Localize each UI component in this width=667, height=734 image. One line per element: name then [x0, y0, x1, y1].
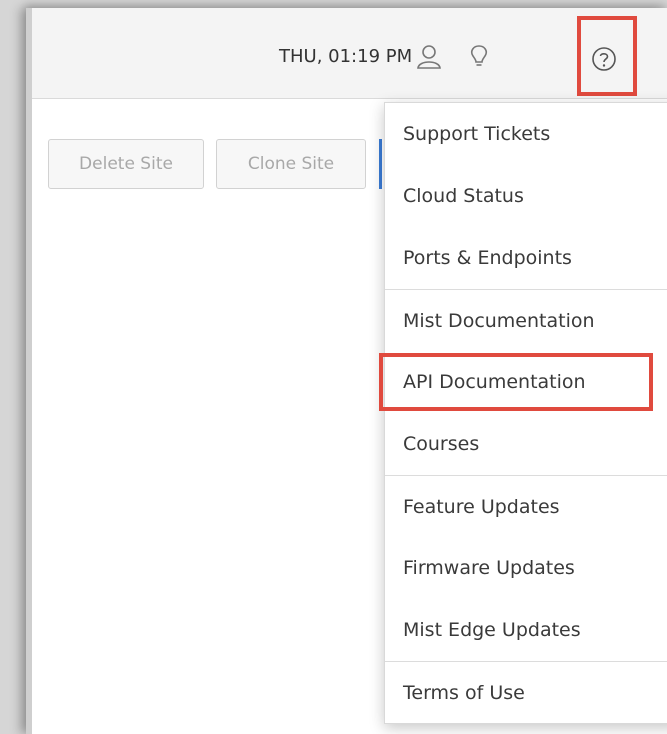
- menu-item-ports-endpoints[interactable]: Ports & Endpoints: [385, 227, 667, 289]
- help-icon[interactable]: [591, 46, 617, 72]
- menu-item-cloud-status[interactable]: Cloud Status: [385, 165, 667, 227]
- menu-item-api-documentation[interactable]: API Documentation: [379, 351, 667, 413]
- menu-item-courses[interactable]: Courses: [385, 413, 667, 475]
- menu-item-firmware-updates[interactable]: Firmware Updates: [385, 537, 667, 599]
- user-icon[interactable]: [416, 44, 442, 70]
- top-header-bar: THU, 01:19 PM: [32, 8, 667, 99]
- app-window: THU, 01:19 PM Delete Site Clone Site Sup…: [26, 8, 667, 734]
- lightbulb-icon[interactable]: [466, 44, 492, 70]
- datetime-display: THU, 01:19 PM: [279, 46, 413, 67]
- window-edge: [26, 8, 32, 734]
- delete-site-button[interactable]: Delete Site: [48, 139, 204, 189]
- clone-site-button[interactable]: Clone Site: [216, 139, 366, 189]
- menu-item-mist-edge-updates[interactable]: Mist Edge Updates: [385, 599, 667, 661]
- menu-item-support-tickets[interactable]: Support Tickets: [385, 103, 667, 165]
- help-button-highlight[interactable]: [577, 16, 637, 96]
- help-dropdown-menu: Support Tickets Cloud Status Ports & End…: [379, 102, 667, 724]
- menu-item-mist-documentation[interactable]: Mist Documentation: [385, 289, 667, 351]
- menu-item-terms-of-use[interactable]: Terms of Use: [385, 661, 667, 723]
- menu-item-feature-updates[interactable]: Feature Updates: [385, 475, 667, 537]
